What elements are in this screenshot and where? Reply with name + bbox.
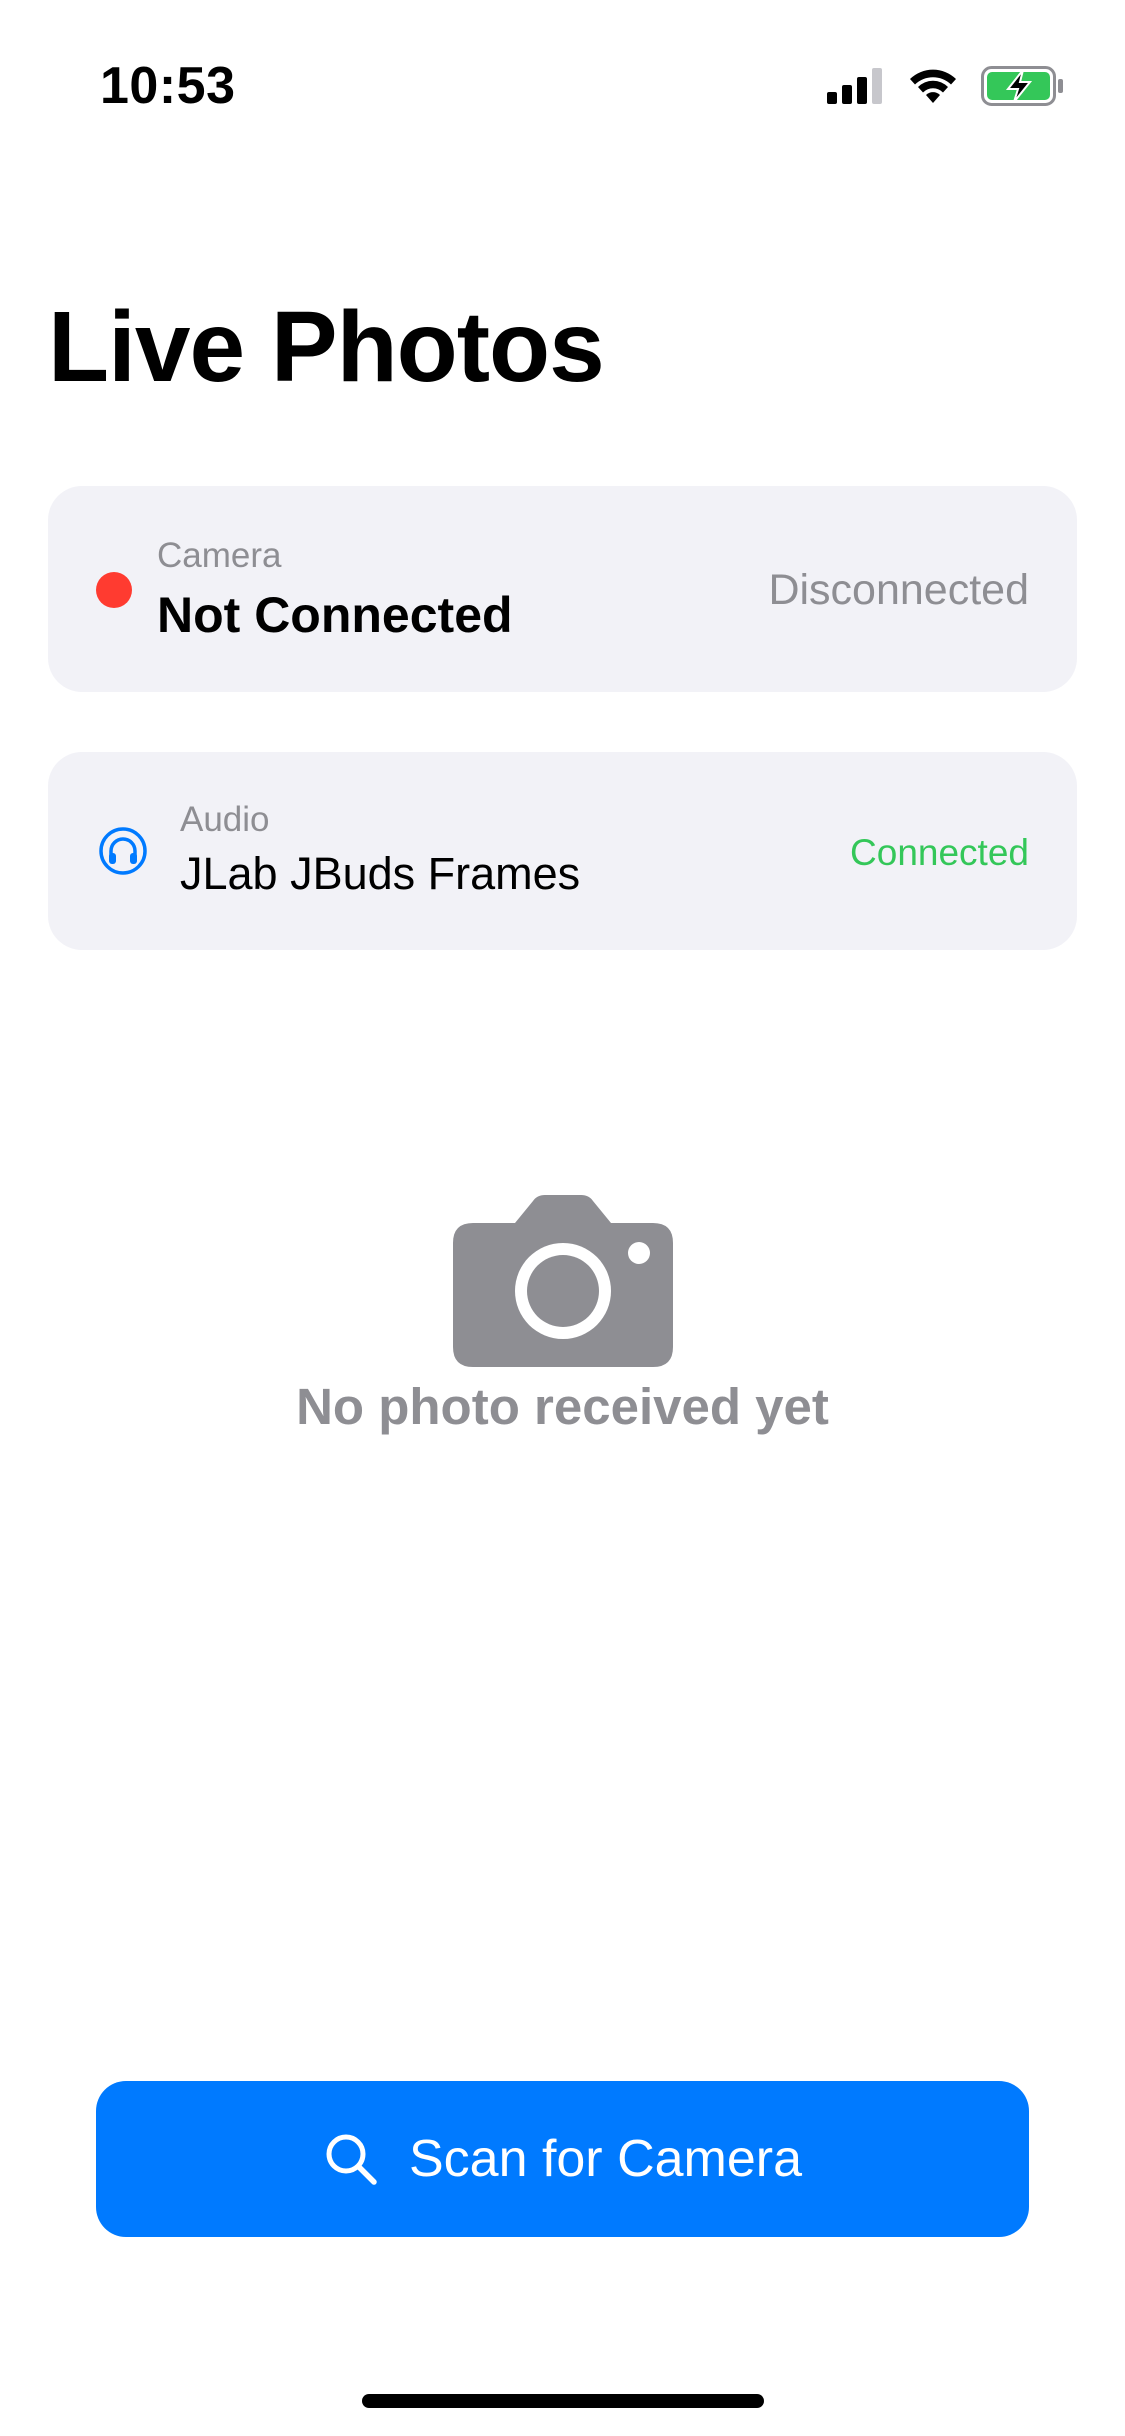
- camera-status-card[interactable]: Camera Not Connected Disconnected: [48, 486, 1077, 692]
- camera-status-dot: [96, 572, 132, 608]
- camera-icon: [452, 1195, 673, 1367]
- audio-label: Audio: [180, 800, 270, 839]
- camera-connection-value: Not Connected: [157, 587, 513, 643]
- cellular-signal-icon: [827, 68, 882, 104]
- status-time: 10:53: [100, 57, 236, 115]
- camera-label: Camera: [157, 536, 282, 575]
- battery-charging-icon: [981, 66, 1063, 106]
- empty-state-text: No photo received yet: [296, 1378, 829, 1435]
- empty-state: No photo received yet: [0, 1195, 1125, 1436]
- status-icons: [827, 66, 1065, 106]
- headphones-icon: [99, 827, 147, 875]
- scan-button-label: Scan for Camera: [408, 2130, 803, 2188]
- wifi-icon: [910, 69, 956, 103]
- camera-status-text: Disconnected: [768, 566, 1029, 614]
- search-icon: [326, 2134, 377, 2185]
- audio-status-text: Connected: [850, 832, 1029, 873]
- status-bar: 10:53: [0, 0, 1125, 140]
- audio-device-name: JLab JBuds Frames: [180, 848, 581, 899]
- page-title: Live Photos: [48, 291, 605, 403]
- scan-for-camera-button[interactable]: Scan for Camera: [96, 2081, 1029, 2237]
- home-indicator[interactable]: [362, 2394, 764, 2408]
- audio-status-card[interactable]: Audio JLab JBuds Frames Connected: [48, 752, 1077, 950]
